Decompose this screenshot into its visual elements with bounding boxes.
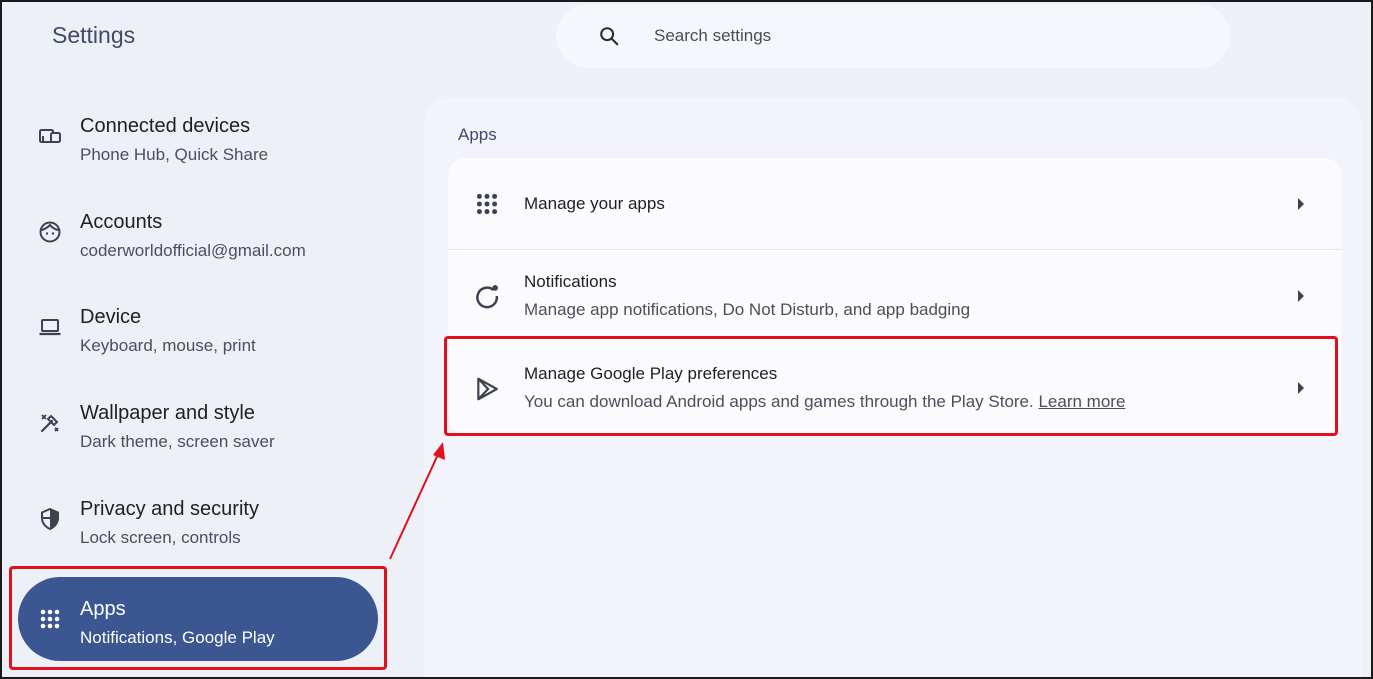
section-title: Apps <box>458 125 497 144</box>
sidebar-item-subtitle: Notifications, Google Play <box>80 628 275 647</box>
sidebar-item-title: Accounts <box>80 211 163 233</box>
apps-grid-icon <box>40 609 60 629</box>
row-title: Manage Google Play preferences <box>524 364 778 383</box>
row-title: Notifications <box>524 272 617 291</box>
row-title: Manage your apps <box>524 194 665 213</box>
chevron-right-icon <box>1298 198 1304 210</box>
shield-icon <box>41 507 59 531</box>
sidebar-item-connected-devices[interactable]: Connected devices Phone Hub, Quick Share <box>18 94 378 178</box>
sidebar-item-privacy-and-security[interactable]: Privacy and security Lock screen, contro… <box>18 477 378 561</box>
row-subtitle: You can download Android apps and games … <box>524 392 1125 412</box>
search-icon <box>600 27 619 46</box>
sidebar-item-title: Wallpaper and style <box>80 402 255 424</box>
row-subtitle: Manage app notifications, Do Not Disturb… <box>524 300 971 319</box>
search-input[interactable]: Search settings <box>654 26 771 46</box>
sidebar-item-apps[interactable]: Apps Notifications, Google Play <box>18 577 378 661</box>
sidebar-item-subtitle: coderworldofficial@gmail.com <box>80 241 306 260</box>
account-face-icon <box>39 221 61 243</box>
sidebar-item-accounts[interactable]: Accounts coderworldofficial@gmail.com <box>18 190 378 274</box>
sidebar-item-subtitle: Dark theme, screen saver <box>80 432 275 451</box>
apps-grid-icon <box>476 193 498 215</box>
row-subtitle-text: You can download Android apps and games … <box>524 392 1034 411</box>
chevron-right-icon <box>1298 290 1304 302</box>
chevron-right-icon <box>1298 382 1304 394</box>
sidebar: Connected devices Phone Hub, Quick Share… <box>2 94 402 677</box>
sidebar-item-subtitle: Keyboard, mouse, print <box>80 336 256 355</box>
sidebar-item-device[interactable]: Device Keyboard, mouse, print <box>18 285 378 369</box>
sidebar-item-subtitle: Phone Hub, Quick Share <box>80 145 269 164</box>
play-store-icon <box>477 377 498 401</box>
paint-brush-icon <box>40 414 59 433</box>
learn-more-link[interactable]: Learn more <box>1038 392 1125 411</box>
connected-devices-icon <box>39 129 61 143</box>
sidebar-item-title: Device <box>80 306 142 328</box>
sidebar-item-wallpaper-and-style[interactable]: Wallpaper and style Dark theme, screen s… <box>18 381 378 465</box>
sidebar-item-subtitle: Lock screen, controls <box>80 528 241 547</box>
apps-panel: Apps Manage your apps Notifications Mana… <box>424 98 1362 677</box>
sidebar-item-title: Apps <box>80 598 126 620</box>
settings-window: Settings Search settings Connected devic… <box>0 0 1373 679</box>
apps-settings-card: Manage your apps Notifications Manage ap… <box>448 158 1342 434</box>
manage-google-play-preferences-row[interactable]: Manage Google Play preferences You can d… <box>448 342 1342 434</box>
app-title: Settings <box>52 22 136 48</box>
manage-your-apps-row[interactable]: Manage your apps <box>448 158 1342 250</box>
notifications-row[interactable]: Notifications Manage app notifications, … <box>448 250 1342 342</box>
notifications-icon <box>476 285 499 309</box>
laptop-icon <box>39 319 61 336</box>
sidebar-item-title: Privacy and security <box>80 498 259 520</box>
sidebar-item-title: Connected devices <box>80 115 251 137</box>
search-bar[interactable]: Search settings <box>556 4 1230 68</box>
